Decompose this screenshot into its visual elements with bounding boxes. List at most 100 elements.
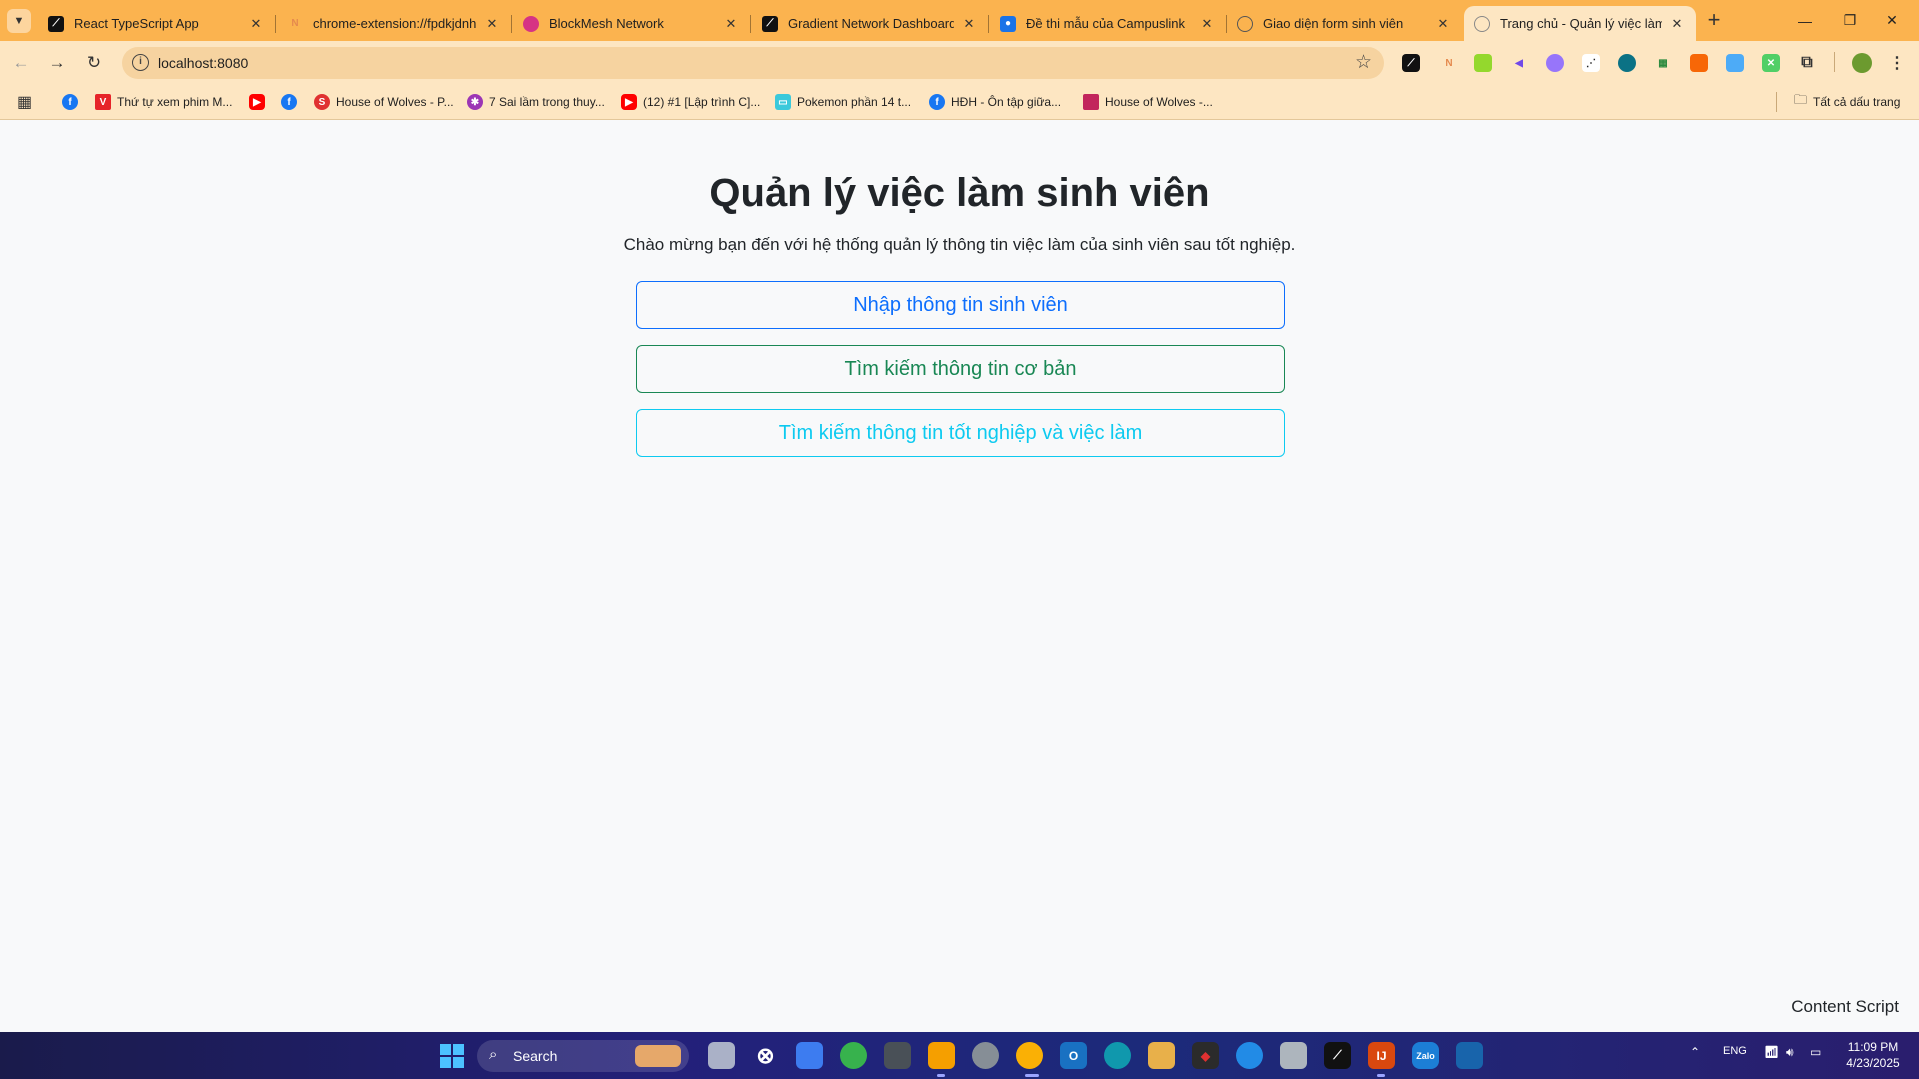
apps-grid-icon: ▦ <box>17 94 33 111</box>
site-info-icon[interactable]: i <box>132 54 149 71</box>
tab-react-typescript-app[interactable]: ⟋ React TypeScript App ✕ <box>38 6 276 41</box>
teams-icon[interactable] <box>1236 1042 1263 1069</box>
green-extension-icon[interactable]: ✕ <box>1762 54 1780 72</box>
welcome-text: Chào mừng bạn đến với hệ thống quản lý t… <box>623 235 1296 254</box>
volume-icon[interactable]: 🔊︎ <box>1786 1045 1794 1060</box>
bookmark-item[interactable]: f HĐH - Ôn tập giữa... <box>929 91 1061 113</box>
outlook-icon[interactable]: O <box>1060 1042 1087 1069</box>
address-url[interactable]: localhost:8080 <box>158 55 248 71</box>
cloud-extension-icon[interactable] <box>1546 54 1564 72</box>
bookmark-item[interactable]: ▭ Pokemon phần 14 t... <box>775 91 911 113</box>
forward-button[interactable]: → <box>45 51 69 75</box>
new-tab-button[interactable]: + <box>1701 9 1727 33</box>
windows-taskbar: ⌕ Search ⊗ O ◆ ⟋ IJ Zalo ⌃ ENG 📶︎ 🔊︎ ▭ 1… <box>0 1032 1919 1079</box>
intellij-icon[interactable]: IJ <box>1368 1042 1395 1069</box>
terminal-app-icon[interactable] <box>1456 1042 1483 1069</box>
taskbar-clock[interactable]: 11:09 PM 4/23/2025 <box>1840 1039 1906 1071</box>
tab-title: BlockMesh Network <box>549 16 664 31</box>
folder-icon: 🗀 <box>1794 92 1808 107</box>
arrow-extension-icon[interactable]: ◀ <box>1510 54 1528 72</box>
game-app-icon[interactable]: ◆ <box>1192 1042 1219 1069</box>
tab-gradient-network-dashboard[interactable]: ⟋ Gradient Network Dashboard ✕ <box>752 6 989 41</box>
close-icon[interactable]: ✕ <box>1434 15 1452 33</box>
tab-title: React TypeScript App <box>74 16 199 31</box>
metamask-extension-icon[interactable] <box>1690 54 1708 72</box>
bookmark-item[interactable]: f <box>62 91 84 113</box>
file-explorer-icon[interactable] <box>928 1042 955 1069</box>
bookmark-item[interactable]: ✱ 7 Sai lầm trong thuy... <box>467 91 605 113</box>
gradient-extension-icon[interactable]: ⟋ <box>1402 54 1420 72</box>
contact-icon: ● <box>1000 15 1016 32</box>
all-bookmarks-button[interactable]: 🗀 Tất cả dấu trang <box>1794 91 1900 113</box>
photos-icon[interactable] <box>1148 1042 1175 1069</box>
tab-search-button[interactable]: ▼ <box>7 9 31 33</box>
dawn-extension-icon[interactable] <box>1474 54 1492 72</box>
start-button[interactable] <box>440 1044 464 1068</box>
grid-extension-icon[interactable]: ▦ <box>1654 54 1672 72</box>
edge-icon[interactable] <box>1104 1042 1131 1069</box>
xbox-icon[interactable]: ⊗ <box>752 1042 779 1069</box>
arrow-left-icon: ← <box>12 53 30 72</box>
enter-student-info-button[interactable]: Nhập thông tin sinh viên <box>636 281 1285 329</box>
toolbar-divider <box>1834 52 1835 72</box>
spinner-app-icon[interactable] <box>840 1042 867 1069</box>
tab-campuslink[interactable]: ● Đề thi mẫu của Campuslink ✕ <box>990 6 1227 41</box>
close-icon[interactable]: ✕ <box>722 15 740 33</box>
graduation-employment-search-button[interactable]: Tìm kiếm thông tin tốt nghiệp và việc là… <box>636 409 1285 457</box>
content-script-label: Content Script <box>1791 997 1899 1016</box>
search-icon: ⌕ <box>489 1046 498 1063</box>
plus-icon: + <box>1707 7 1721 32</box>
gradient-app-icon[interactable]: ⟋ <box>1324 1042 1351 1069</box>
taskbar-search[interactable]: ⌕ Search <box>477 1040 689 1072</box>
chrome-icon[interactable] <box>1016 1042 1043 1069</box>
tab-title: Gradient Network Dashboard <box>788 16 954 31</box>
chevron-up-icon[interactable]: ⌃ <box>1690 1045 1700 1059</box>
bookmark-item[interactable]: ▶ <box>249 91 271 113</box>
battery-icon[interactable]: ▭ <box>1810 1045 1821 1059</box>
close-icon[interactable]: ✕ <box>247 15 265 33</box>
profile-avatar-icon[interactable] <box>1852 53 1872 73</box>
tab-chrome-extension[interactable]: N chrome-extension://fpdkjdnhkakefebpekb… <box>277 6 512 41</box>
tab-trang-chu-active[interactable]: Trang chủ - Quản lý việc làm sinh viên ✕ <box>1464 6 1696 41</box>
puzzle-extensions-icon[interactable]: ⧉ <box>1798 54 1816 72</box>
dots-extension-icon[interactable]: ⋰ <box>1582 54 1600 72</box>
tab-separator <box>988 15 989 33</box>
bookmark-label: Thứ tự xem phim M... <box>117 95 233 109</box>
tab-title: Trang chủ - Quản lý việc làm sinh viên <box>1500 16 1662 31</box>
blue-extension-icon[interactable] <box>1726 54 1744 72</box>
bookmark-star-icon[interactable]: ☆ <box>1355 51 1372 74</box>
youtube-icon: ▶ <box>249 94 265 110</box>
close-window-button[interactable]: ✕ <box>1865 0 1919 41</box>
wifi-icon[interactable]: 📶︎ <box>1764 1045 1779 1059</box>
language-indicator[interactable]: ENG <box>1723 1045 1747 1057</box>
reload-button[interactable]: ↻ <box>82 51 106 75</box>
unity-icon[interactable] <box>884 1042 911 1069</box>
close-icon[interactable]: ✕ <box>1198 15 1216 33</box>
database-app-icon[interactable] <box>972 1042 999 1069</box>
back-button[interactable]: ← <box>9 51 33 75</box>
bookmark-item[interactable]: House of Wolves -... <box>1083 91 1213 113</box>
teal-extension-icon[interactable] <box>1618 54 1636 72</box>
tab-giao-dien-form[interactable]: Giao diện form sinh viên ✕ <box>1227 6 1462 41</box>
facebook-icon: f <box>281 94 297 110</box>
bookmark-item[interactable]: ▶ (12) #1 [Lập trình C]... <box>621 91 760 113</box>
bookmark-item[interactable]: V Thứ tự xem phim M... <box>95 91 232 113</box>
bookmark-item[interactable]: S House of Wolves - P... <box>314 91 454 113</box>
task-view-icon[interactable] <box>708 1042 735 1069</box>
more-menu-icon[interactable]: ⋮ <box>1888 54 1906 72</box>
close-icon[interactable]: ✕ <box>1668 15 1686 33</box>
zalo-icon[interactable]: Zalo <box>1412 1042 1439 1069</box>
copilot-icon[interactable] <box>796 1042 823 1069</box>
gradient-logo-icon: ⟋ <box>48 15 64 32</box>
close-icon[interactable]: ✕ <box>960 15 978 33</box>
marvel-icon: V <box>95 94 111 110</box>
basic-search-button[interactable]: Tìm kiếm thông tin cơ bản <box>636 345 1285 393</box>
nodepay-extension-icon[interactable]: N <box>1440 54 1458 72</box>
tab-blockmesh-network[interactable]: BlockMesh Network ✕ <box>513 6 751 41</box>
snipping-tool-icon[interactable] <box>1280 1042 1307 1069</box>
close-icon[interactable]: ✕ <box>483 15 501 33</box>
running-indicator <box>937 1074 945 1077</box>
bookmark-item[interactable]: f <box>281 91 303 113</box>
address-bar[interactable]: i localhost:8080 ☆ <box>122 47 1384 79</box>
apps-button[interactable]: ▦ <box>17 91 32 113</box>
